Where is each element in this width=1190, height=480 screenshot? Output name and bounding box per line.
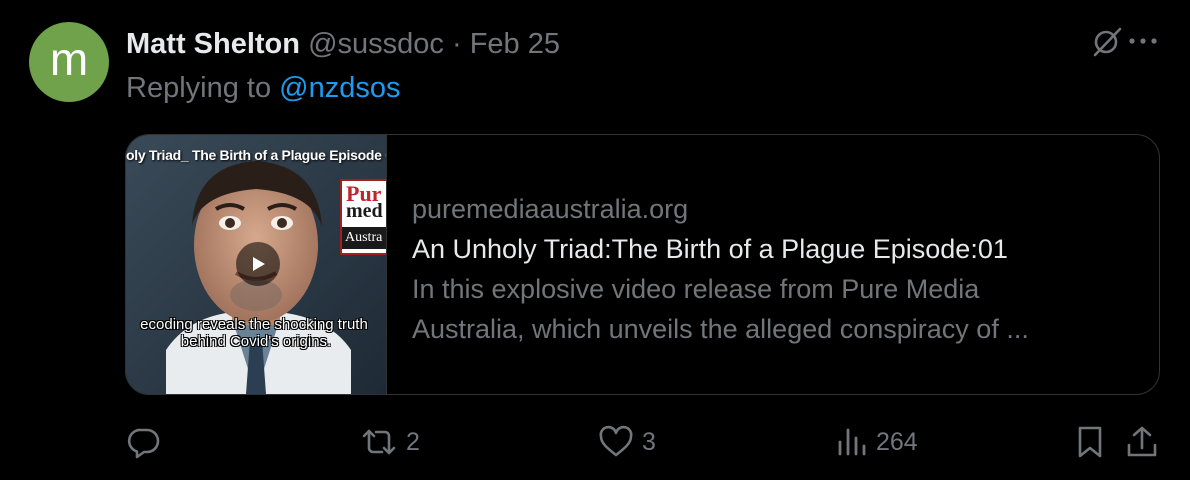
reply-prefix: Replying to [126, 72, 272, 104]
card-description: In this explosive video release from Pur… [412, 274, 1029, 344]
thumbnail-caption: ecoding reveals the shocking truth behin… [140, 316, 368, 350]
play-icon[interactable] [236, 242, 280, 286]
repost-button[interactable]: 2 [360, 420, 420, 464]
views-count: 264 [876, 427, 918, 456]
video-thumbnail[interactable]: oly Triad_ The Birth of a Plague Episode… [126, 135, 387, 394]
grok-icon[interactable] [1090, 24, 1124, 58]
more-icon[interactable] [1128, 36, 1158, 46]
views-icon [838, 428, 866, 456]
card-domain: puremediaaustralia.org [412, 194, 689, 224]
card-text: puremediaaustralia.org An Unholy Triad:T… [412, 189, 1112, 349]
reply-button[interactable] [126, 420, 170, 464]
like-button[interactable]: 3 [598, 420, 656, 464]
display-name[interactable]: Matt Shelton [126, 28, 300, 60]
tweet-date[interactable]: Feb 25 [470, 28, 560, 60]
action-bar: 2 3 264 [0, 420, 1190, 464]
repost-icon [362, 429, 396, 455]
avatar-letter: m [49, 33, 89, 85]
link-preview-card[interactable]: oly Triad_ The Birth of a Plague Episode… [125, 134, 1160, 395]
share-icon [1127, 426, 1157, 457]
avatar[interactable]: m [29, 22, 109, 102]
top-right-icons [1090, 24, 1158, 58]
like-count: 3 [642, 427, 656, 456]
reply-icon [127, 428, 160, 459]
bookmark-icon [1078, 426, 1102, 458]
thumbnail-logo: Pur med Austra [340, 179, 386, 255]
user-handle[interactable]: @sussdoc [308, 28, 444, 60]
reply-handle-link[interactable]: @nzdsos [279, 72, 400, 104]
views-button[interactable]: 264 [836, 420, 918, 464]
thumbnail-title: oly Triad_ The Birth of a Plague Episode… [126, 147, 387, 163]
card-title: An Unholy Triad:The Birth of a Plague Ep… [412, 234, 1008, 264]
heart-icon [599, 425, 633, 457]
bookmark-button[interactable] [1074, 420, 1106, 464]
replying-to: Replying to @nzdsos [126, 70, 400, 106]
share-button[interactable] [1124, 420, 1160, 464]
tweet-header: Matt Shelton @sussdoc · Feb 25 [126, 26, 560, 62]
header-separator: · [451, 28, 462, 60]
repost-count: 2 [406, 427, 420, 456]
